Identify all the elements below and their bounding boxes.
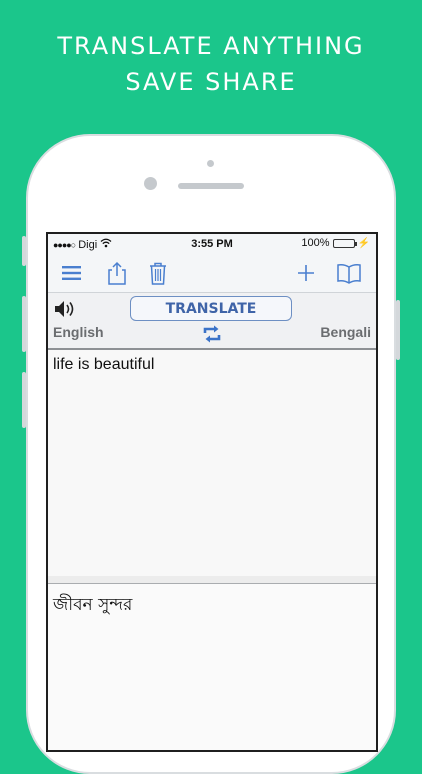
menu-icon[interactable]	[59, 260, 85, 286]
status-right: 100% ⚡	[301, 237, 370, 249]
swap-languages-icon[interactable]	[201, 323, 223, 345]
speaker-icon[interactable]	[53, 299, 77, 319]
battery-percent: 100%	[301, 237, 330, 249]
source-text-area[interactable]: life is beautiful	[48, 350, 376, 577]
status-bar: ●●●●○ Digi 3:55 PM 100% ⚡	[48, 234, 376, 254]
phone-mute-switch	[22, 236, 26, 266]
plus-icon[interactable]	[293, 260, 319, 286]
translate-button[interactable]: TRANSLATE	[130, 296, 292, 321]
phone-volume-down	[22, 372, 26, 428]
phone-camera	[144, 177, 157, 190]
source-language[interactable]: English	[53, 324, 104, 340]
battery-icon	[332, 238, 357, 248]
share-icon[interactable]	[104, 260, 130, 286]
book-icon[interactable]	[336, 260, 362, 286]
phone-sensor	[207, 160, 214, 167]
translate-controls: TRANSLATE English Bengali	[48, 293, 376, 350]
toolbar	[48, 254, 376, 293]
translation-text-area[interactable]: জীবন সুন্দর	[48, 584, 376, 750]
phone-speaker	[178, 183, 244, 189]
trash-icon[interactable]	[145, 260, 171, 286]
app-screen: ●●●●○ Digi 3:55 PM 100% ⚡ TRANSLATE Engl…	[46, 232, 378, 752]
phone-power-button	[396, 300, 400, 360]
promo-headline-line2: SAVE SHARE	[125, 68, 297, 96]
promo-headline-line1: TRANSLATE ANYTHING	[57, 32, 365, 60]
charging-icon: ⚡	[357, 237, 370, 249]
source-text: life is beautiful	[53, 356, 155, 373]
target-language[interactable]: Bengali	[320, 324, 371, 340]
pane-divider[interactable]	[48, 576, 376, 584]
translation-text: জীবন সুন্দর	[53, 595, 133, 615]
phone-volume-up	[22, 296, 26, 352]
